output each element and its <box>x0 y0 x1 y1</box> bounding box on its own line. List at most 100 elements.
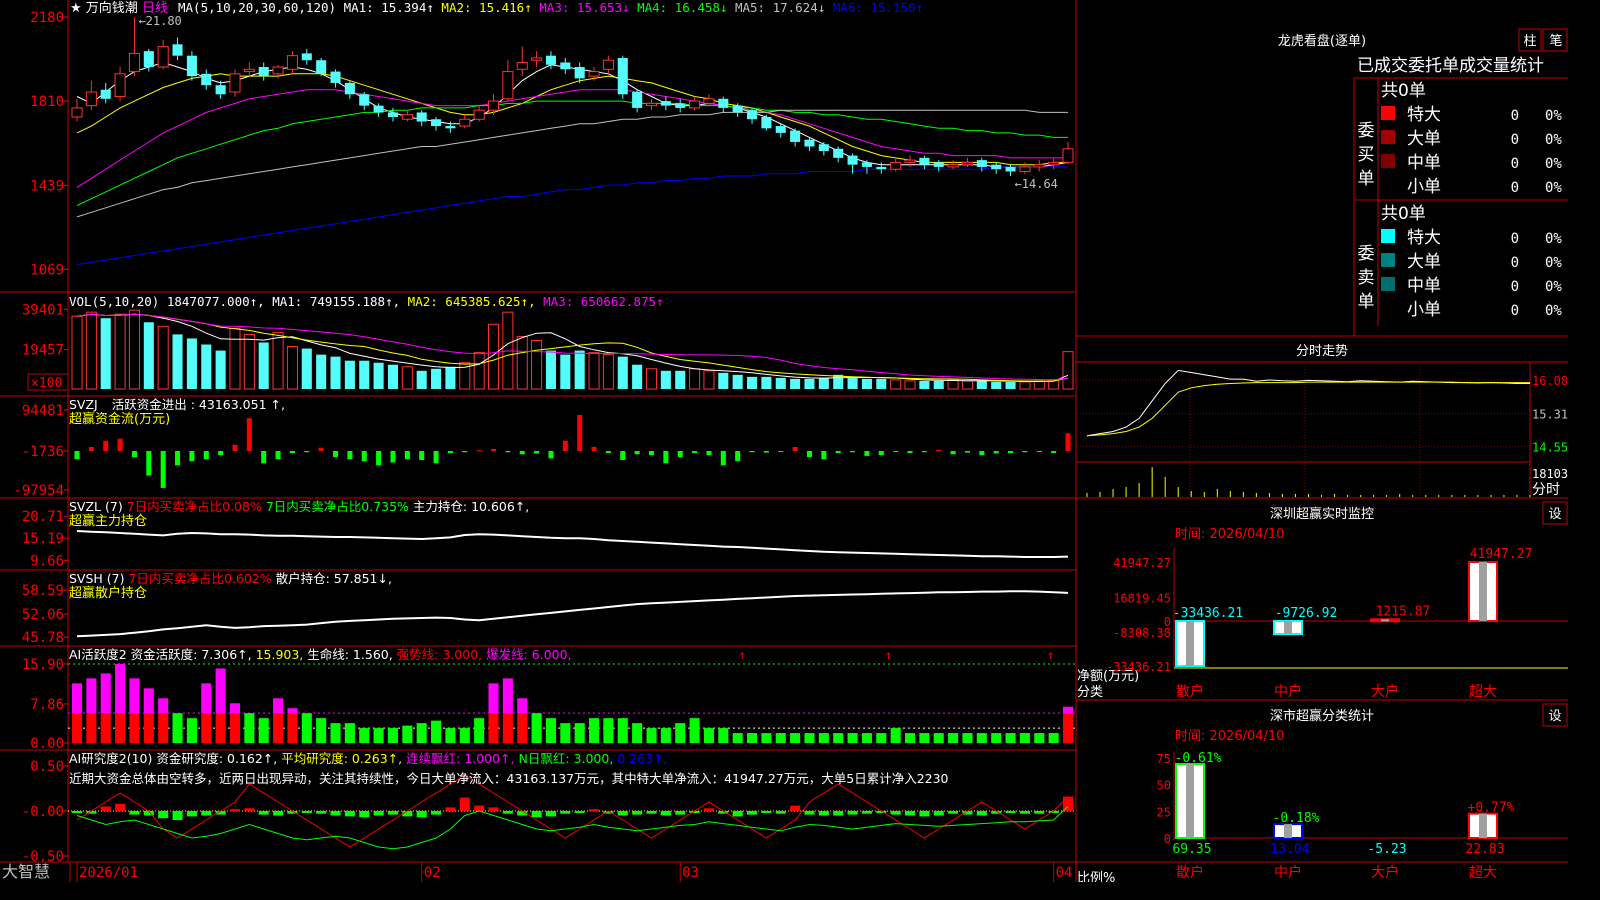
candle-body-down[interactable] <box>732 105 743 113</box>
candle-body-down[interactable] <box>804 139 815 147</box>
volume-unit-label: ×100 <box>31 376 62 391</box>
ai-research-item-1: 平均研究度: 0.263↑, <box>281 751 406 766</box>
candle-body-down[interactable] <box>574 67 585 79</box>
candle-body-down[interactable] <box>660 101 671 106</box>
candle-body-down[interactable] <box>775 126 786 133</box>
candle-body-down[interactable] <box>761 116 772 129</box>
candle-body-up[interactable] <box>1033 164 1045 168</box>
candle-body-down[interactable] <box>976 160 987 167</box>
candle-body-up[interactable] <box>71 107 83 118</box>
svzj-y-tick: -1736 <box>22 444 64 460</box>
candle-body-down[interactable] <box>387 112 398 117</box>
candle-body-down[interactable] <box>847 155 858 165</box>
candle-body-up[interactable] <box>516 61 528 70</box>
stock-star-icon: ★ <box>70 1 82 16</box>
candle-body-down[interactable] <box>416 112 427 122</box>
candle-body-up[interactable] <box>229 73 241 93</box>
candle-body-down[interactable] <box>1005 166 1016 172</box>
candle-body-down[interactable] <box>172 44 183 56</box>
candle-body-down[interactable] <box>215 85 226 95</box>
buy-side-label: 买 <box>1358 145 1375 165</box>
svzj-bar <box>893 451 899 452</box>
ai-research-bar <box>775 811 786 814</box>
candle-body-up[interactable] <box>243 68 255 73</box>
candle-body-up[interactable] <box>85 91 97 107</box>
candle-body-up[interactable] <box>114 73 126 98</box>
candle-body-down[interactable] <box>201 73 212 86</box>
volume-bar-down <box>976 380 987 389</box>
ai-research-bar <box>660 811 671 816</box>
candle-body-up[interactable] <box>487 100 500 111</box>
candle-body-down[interactable] <box>933 162 944 167</box>
ai-activity-bar-base <box>229 713 241 743</box>
candle-body-down[interactable] <box>861 162 872 167</box>
candle-body-down[interactable] <box>143 51 154 68</box>
candle-body-down[interactable] <box>545 55 556 65</box>
sz-realtime-y-tick: -8308.38 <box>1113 626 1171 640</box>
candle-body-up[interactable] <box>401 114 413 120</box>
candle-body-down[interactable] <box>344 82 355 95</box>
candle-body-up[interactable] <box>502 71 514 100</box>
candle-body-down[interactable] <box>675 103 686 108</box>
ai-activity-bar <box>387 728 398 743</box>
candle-body-down[interactable] <box>316 60 327 74</box>
candle-body-down[interactable] <box>747 110 758 120</box>
candle-body-down[interactable] <box>359 94 370 106</box>
candle-body-up[interactable] <box>947 164 959 168</box>
candle-body-up[interactable] <box>689 100 701 109</box>
candle-body-down[interactable] <box>991 164 1002 170</box>
svzj-bar <box>663 451 669 464</box>
ai-activity-bar <box>574 723 585 743</box>
candle-body-up[interactable] <box>459 118 471 127</box>
candle-body-up[interactable] <box>703 98 715 104</box>
candle-body-down[interactable] <box>330 71 341 83</box>
candle-body-down[interactable] <box>818 144 829 152</box>
candle-body-down[interactable] <box>632 92 643 108</box>
candle-body-up[interactable] <box>1019 166 1031 172</box>
candle-body-up[interactable] <box>272 66 284 75</box>
ai-activity-arrow: ↑ <box>885 648 892 662</box>
volume-ma-value-1: MA1: 749155.188↑, <box>272 294 407 309</box>
kline-y-tick: 2180 <box>30 10 64 26</box>
candle-body-down[interactable] <box>100 89 111 99</box>
candle-body-up[interactable] <box>602 59 614 70</box>
candle-body-down[interactable] <box>790 130 801 142</box>
candle-body-down[interactable] <box>186 55 197 77</box>
svzj-bar <box>979 451 985 456</box>
candle-body-down[interactable] <box>373 105 384 113</box>
candle-body-up[interactable] <box>1048 161 1060 166</box>
candle-body-down[interactable] <box>617 57 628 95</box>
candle-body-up[interactable] <box>286 55 298 70</box>
candle-body-down[interactable] <box>560 62 571 70</box>
ai-research-bar <box>1062 796 1074 811</box>
ai-activity-bar-base <box>1062 713 1074 743</box>
ai-activity-bar-base <box>86 713 97 743</box>
candle-body-up[interactable] <box>531 57 543 61</box>
sz-realtime-category: 散户 <box>1176 683 1204 700</box>
volume-bar-down <box>660 370 671 389</box>
candle-body-up[interactable] <box>157 46 169 68</box>
candle-body-down[interactable] <box>718 98 729 108</box>
candle-body-up[interactable] <box>128 52 140 73</box>
candle-body-up[interactable] <box>588 71 600 77</box>
candle-body-down[interactable] <box>445 126 456 129</box>
candle-body-down[interactable] <box>833 148 844 158</box>
candle-body-down[interactable] <box>301 53 312 61</box>
candle-body-up[interactable] <box>473 109 485 120</box>
candle-body-down[interactable] <box>431 119 442 127</box>
candle-body-up[interactable] <box>890 161 902 170</box>
candle-body-up[interactable] <box>645 102 658 107</box>
volume-ma-value-2: MA2: 645385.625↑, <box>408 294 543 309</box>
volume-bar-down <box>675 370 686 389</box>
ai-activity-bar <box>459 728 470 743</box>
ai-research-bar <box>330 811 341 816</box>
candle-body-up[interactable] <box>961 161 973 166</box>
kline-low-marker: ←14.64 <box>1015 177 1058 191</box>
candle-body-down[interactable] <box>876 166 887 170</box>
candle-body-up[interactable] <box>904 159 916 163</box>
ai-activity-bar <box>761 733 772 743</box>
candle-body-up[interactable] <box>1062 148 1074 163</box>
candle-body-down[interactable] <box>919 157 930 165</box>
candle-body-down[interactable] <box>258 67 269 77</box>
volume-bar-down <box>560 354 571 389</box>
